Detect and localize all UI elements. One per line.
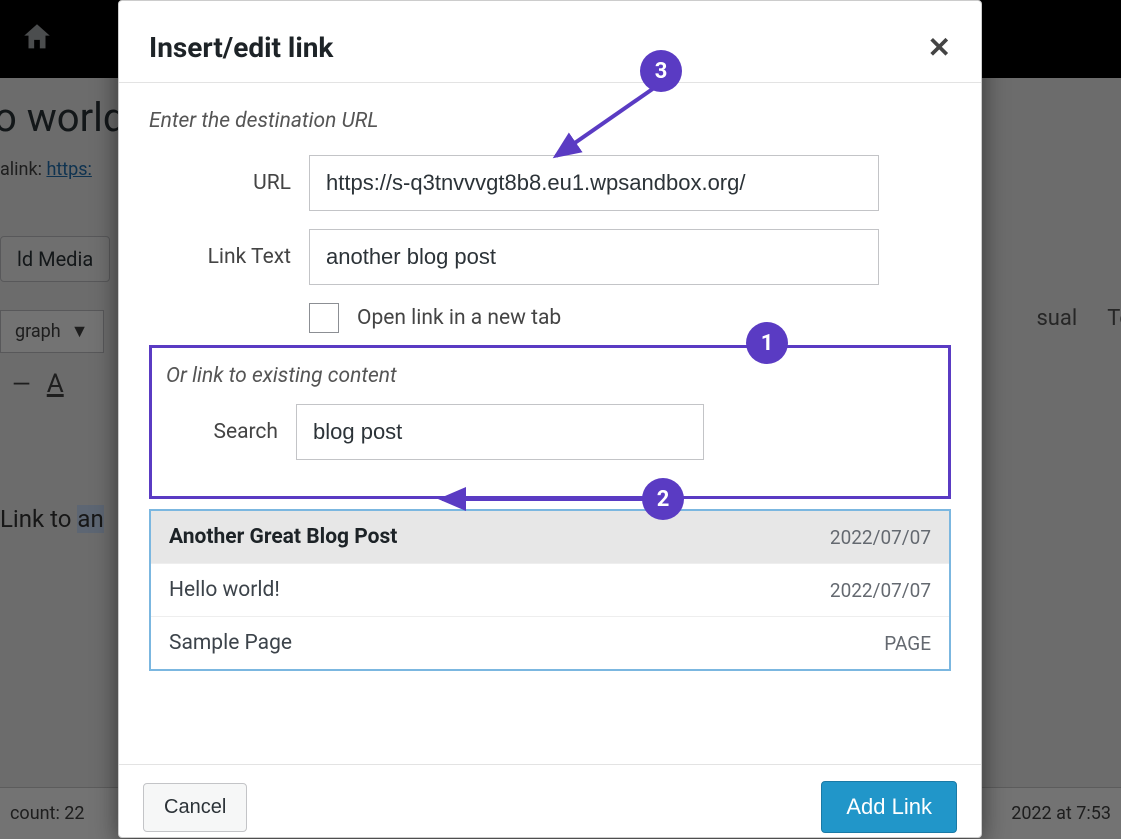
close-icon[interactable]: ✕ <box>928 31 951 64</box>
add-link-button[interactable]: Add Link <box>821 781 957 833</box>
new-tab-row: Open link in a new tab <box>309 303 951 333</box>
search-input[interactable] <box>296 404 704 460</box>
result-item[interactable]: Hello world! 2022/07/07 <box>151 564 949 617</box>
annotation-badge-2: 2 <box>642 478 684 520</box>
search-label: Search <box>166 420 296 444</box>
result-meta: 2022/07/07 <box>830 526 931 549</box>
result-title: Another Great Blog Post <box>169 525 397 549</box>
annotation-badge-3: 3 <box>640 50 682 92</box>
modal-title: Insert/edit link <box>149 31 333 64</box>
link-text-row: Link Text <box>149 229 951 285</box>
existing-content-block: Or link to existing content Search <box>149 345 951 499</box>
result-title: Hello world! <box>169 578 280 602</box>
result-item[interactable]: Sample Page PAGE <box>151 617 949 669</box>
url-label: URL <box>149 171 309 195</box>
result-title: Sample Page <box>169 631 292 655</box>
existing-hint: Or link to existing content <box>166 364 934 388</box>
link-text-label: Link Text <box>149 245 309 269</box>
new-tab-label: Open link in a new tab <box>357 306 561 330</box>
modal-footer: Cancel Add Link <box>119 764 981 837</box>
annotation-badge-1: 1 <box>746 322 788 364</box>
search-results: Another Great Blog Post 2022/07/07 Hello… <box>149 509 951 671</box>
new-tab-checkbox[interactable] <box>309 303 339 333</box>
annotation-arrow-2 <box>430 486 656 516</box>
search-row: Search <box>166 404 934 460</box>
result-meta: PAGE <box>884 632 931 655</box>
link-text-input[interactable] <box>309 229 879 285</box>
annotation-arrow-3 <box>544 80 674 168</box>
modal-body: Enter the destination URL URL Link Text … <box>119 83 981 764</box>
modal-header: Insert/edit link ✕ <box>119 1 981 83</box>
cancel-button[interactable]: Cancel <box>143 783 247 832</box>
result-meta: 2022/07/07 <box>830 579 931 602</box>
result-item[interactable]: Another Great Blog Post 2022/07/07 <box>151 511 949 564</box>
